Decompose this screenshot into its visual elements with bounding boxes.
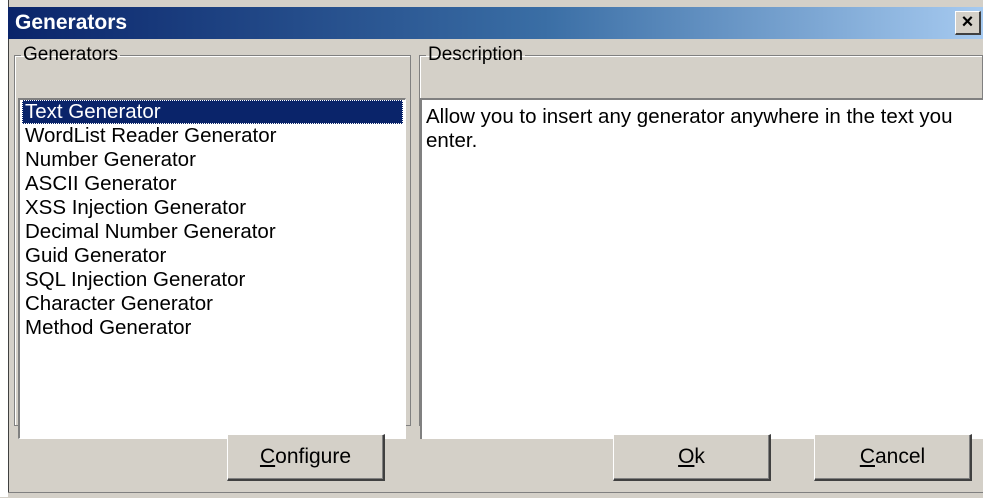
list-item[interactable]: XSS Injection Generator: [22, 196, 405, 220]
description-text: Allow you to insert any generator anywhe…: [426, 105, 953, 152]
generators-legend: Generators: [23, 44, 119, 65]
list-item[interactable]: WordList Reader Generator: [22, 124, 405, 148]
list-item[interactable]: Character Generator: [22, 292, 405, 316]
cancel-mnemonic: C: [859, 445, 875, 468]
description-legend: Description: [428, 44, 524, 65]
configure-button[interactable]: Configure: [227, 434, 385, 481]
list-item[interactable]: Decimal Number Generator: [22, 220, 405, 244]
generators-list[interactable]: Text Generator WordList Reader Generator…: [18, 98, 406, 439]
ok-label: k: [694, 445, 705, 468]
list-item[interactable]: Number Generator: [22, 148, 405, 172]
close-button[interactable]: ×: [955, 11, 981, 35]
title-bar[interactable]: Generators ×: [8, 7, 983, 39]
configure-label: onfigure: [275, 445, 352, 468]
description-box: Allow you to insert any generator anywhe…: [420, 98, 983, 439]
ok-mnemonic: O: [678, 445, 695, 468]
description-group: Description Allow you to insert any gene…: [419, 44, 983, 439]
window-title: Generators: [15, 11, 128, 34]
configure-mnemonic: C: [259, 445, 276, 468]
generators-group: Generators Text Generator WordList Reade…: [14, 44, 411, 439]
ok-button[interactable]: Ok: [613, 434, 771, 481]
list-item[interactable]: Method Generator: [22, 316, 405, 340]
cancel-button[interactable]: Cancel: [814, 434, 972, 481]
window-bottom-edge: [8, 492, 983, 498]
cancel-label: ancel: [874, 445, 926, 468]
list-item[interactable]: ASCII Generator: [22, 172, 405, 196]
list-item[interactable]: Text Generator: [22, 100, 403, 124]
list-item[interactable]: SQL Injection Generator: [22, 268, 405, 292]
close-icon: ×: [961, 11, 974, 33]
window-left-edge: [0, 0, 9, 497]
list-item[interactable]: Guid Generator: [22, 244, 405, 268]
